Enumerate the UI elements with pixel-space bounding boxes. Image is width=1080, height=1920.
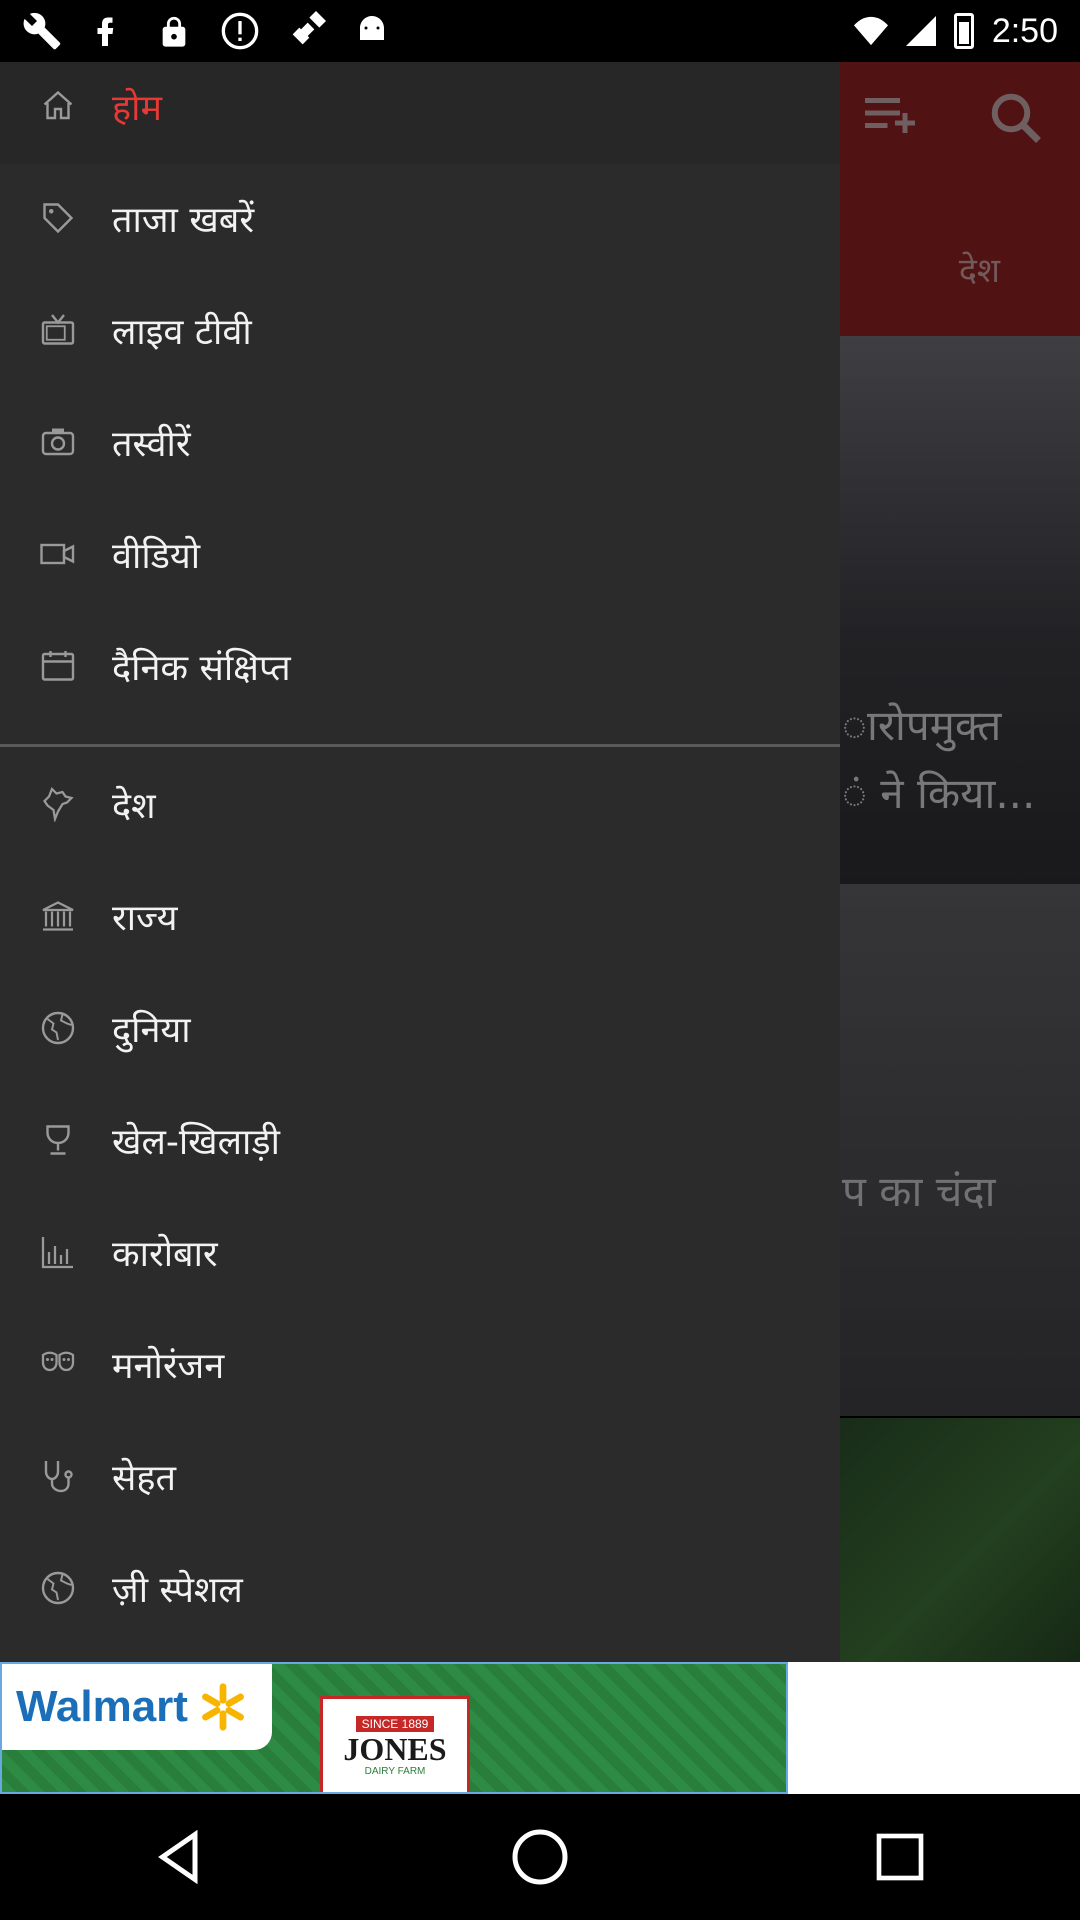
bar-chart-icon — [40, 1234, 76, 1270]
status-time: 2:50 — [991, 11, 1058, 50]
system-nav-bar — [0, 1794, 1080, 1920]
menu-item-state[interactable]: राज्य — [0, 872, 840, 984]
wifi-icon — [853, 16, 888, 46]
ad-banner[interactable]: Walmart SINCE 1889 JONES DAIRY FARM — [0, 1662, 1080, 1794]
menu-label: खेल-खिलाड़ी — [112, 1122, 280, 1163]
menu-item-country[interactable]: देश — [0, 760, 840, 872]
menu-item-video[interactable]: वीडियो — [0, 510, 840, 622]
menu-item-sports[interactable]: खेल-खिलाड़ी — [0, 1096, 840, 1208]
tv-icon — [40, 312, 76, 348]
menu-item-health[interactable]: सेहत — [0, 1432, 840, 1544]
fake-gps-icon — [286, 11, 326, 51]
home-circle-icon — [512, 1829, 568, 1885]
home-button[interactable] — [505, 1822, 575, 1892]
status-bar: 2:50 — [0, 0, 1080, 62]
jones-product: SINCE 1889 JONES DAIRY FARM — [320, 1696, 470, 1792]
facebook-icon — [88, 11, 128, 51]
ad-creative[interactable]: Walmart SINCE 1889 JONES DAIRY FARM — [0, 1662, 788, 1794]
recents-icon — [876, 1833, 924, 1881]
menu-item-latest-news[interactable]: ताजा खबरें — [0, 174, 840, 286]
menu-item-home[interactable]: होम — [0, 62, 840, 164]
menu-item-live-tv[interactable]: लाइव टीवी — [0, 286, 840, 398]
menu-label: होम — [112, 88, 162, 129]
product-sub: DAIRY FARM — [364, 1765, 426, 1777]
building-icon — [40, 898, 76, 934]
menu-label: तस्वीरें — [112, 424, 191, 465]
menu-label: दुनिया — [112, 1010, 191, 1051]
globe-icon — [40, 1010, 76, 1046]
menu-label: ताजा खबरें — [112, 200, 255, 241]
back-icon — [158, 1829, 198, 1885]
calendar-icon — [40, 648, 76, 684]
ad-brand: Walmart — [16, 1682, 188, 1731]
android-icon — [352, 11, 392, 51]
menu-item-zee-special[interactable]: ज़ी स्पेशल — [0, 1544, 840, 1656]
walmart-logo: Walmart — [2, 1664, 272, 1750]
battery-icon — [953, 13, 974, 49]
trophy-icon — [40, 1122, 76, 1158]
video-icon — [40, 536, 76, 572]
walmart-spark-icon — [202, 1683, 244, 1731]
signal-icon — [905, 16, 936, 46]
menu-item-daily-brief[interactable]: दैनिक संक्षिप्त — [0, 622, 840, 734]
theater-masks-icon — [40, 1346, 76, 1382]
menu-item-business[interactable]: कारोबार — [0, 1208, 840, 1320]
drawer-scrim[interactable] — [840, 62, 1080, 1662]
menu-label: देश — [112, 786, 156, 827]
product-name: JONES — [343, 1730, 447, 1767]
menu-label: ज़ी स्पेशल — [112, 1570, 243, 1611]
navigation-drawer: होम ताजा खबरें लाइव टीवी तस्वीरें वीडियो… — [0, 62, 840, 1662]
menu-label: लाइव टीवी — [112, 312, 252, 353]
menu-label: मनोरंजन — [112, 1346, 225, 1387]
stethoscope-icon — [40, 1458, 76, 1494]
globe-special-icon — [40, 1570, 76, 1606]
alert-icon — [220, 11, 260, 51]
menu-item-entertainment[interactable]: मनोरंजन — [0, 1320, 840, 1432]
recents-button[interactable] — [865, 1822, 935, 1892]
menu-item-photos[interactable]: तस्वीरें — [0, 398, 840, 510]
menu-label: राज्य — [112, 898, 178, 939]
camera-icon — [40, 424, 76, 460]
menu-label: सेहत — [112, 1458, 176, 1499]
menu-divider — [0, 744, 840, 747]
wrench-icon — [22, 11, 62, 51]
home-icon — [40, 88, 76, 124]
lock-icon — [154, 11, 194, 51]
menu-label: वीडियो — [112, 536, 201, 577]
menu-item-world[interactable]: दुनिया — [0, 984, 840, 1096]
product-since: SINCE 1889 — [355, 1715, 435, 1732]
tag-icon — [40, 200, 76, 236]
back-button[interactable] — [145, 1822, 215, 1892]
menu-label: कारोबार — [112, 1234, 218, 1275]
menu-label: दैनिक संक्षिप्त — [112, 648, 291, 689]
india-map-icon — [40, 786, 76, 824]
